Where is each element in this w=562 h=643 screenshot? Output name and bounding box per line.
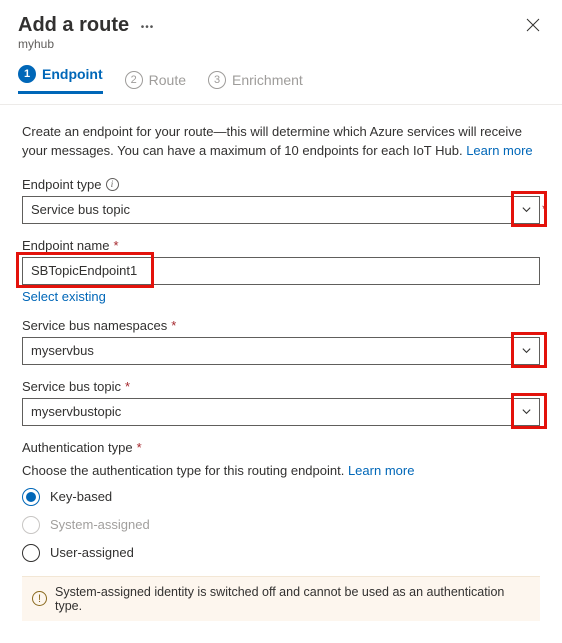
step-enrichment[interactable]: 3 Enrichment: [208, 65, 303, 94]
page-title: Add a route: [18, 14, 129, 37]
close-icon[interactable]: [522, 14, 544, 39]
step-label: Endpoint: [42, 66, 103, 82]
auth-note: Choose the authentication type for this …: [22, 463, 540, 478]
step-route[interactable]: 2 Route: [125, 65, 186, 94]
endpoint-name-label: Endpoint name: [22, 238, 109, 253]
warning-banner: ! System-assigned identity is switched o…: [22, 576, 540, 621]
step-label: Route: [149, 72, 186, 88]
learn-more-link[interactable]: Learn more: [466, 143, 532, 158]
endpoint-type-select[interactable]: [22, 196, 540, 224]
warning-icon: !: [32, 591, 47, 606]
namespace-label: Service bus namespaces: [22, 318, 167, 333]
radio-key-based[interactable]: Key-based: [22, 488, 540, 506]
wizard-steps: 1 Endpoint 2 Route 3 Enrichment: [18, 65, 544, 94]
warning-text: System-assigned identity is switched off…: [55, 585, 530, 613]
step-endpoint[interactable]: 1 Endpoint: [18, 65, 103, 94]
radio-label: User-assigned: [50, 545, 134, 560]
topic-label: Service bus topic: [22, 379, 121, 394]
auth-type-label: Authentication type: [22, 440, 133, 455]
endpoint-type-label: Endpoint type: [22, 177, 102, 192]
select-existing-link[interactable]: Select existing: [22, 289, 106, 304]
topic-select[interactable]: [22, 398, 540, 426]
radio-system-assigned: System-assigned: [22, 516, 540, 534]
info-icon[interactable]: i: [106, 178, 119, 191]
radio-user-assigned[interactable]: User-assigned: [22, 544, 540, 562]
namespace-select[interactable]: [22, 337, 540, 365]
radio-label: System-assigned: [50, 517, 150, 532]
intro-text: Create an endpoint for your route—this w…: [22, 123, 540, 161]
step-label: Enrichment: [232, 72, 303, 88]
hub-name: myhub: [18, 37, 522, 51]
endpoint-name-input[interactable]: [22, 257, 540, 285]
more-icon[interactable]: •••: [141, 22, 155, 33]
step-number: 2: [125, 71, 143, 89]
step-number: 1: [18, 65, 36, 83]
step-number: 3: [208, 71, 226, 89]
radio-label: Key-based: [50, 489, 112, 504]
auth-learn-more-link[interactable]: Learn more: [348, 463, 414, 478]
